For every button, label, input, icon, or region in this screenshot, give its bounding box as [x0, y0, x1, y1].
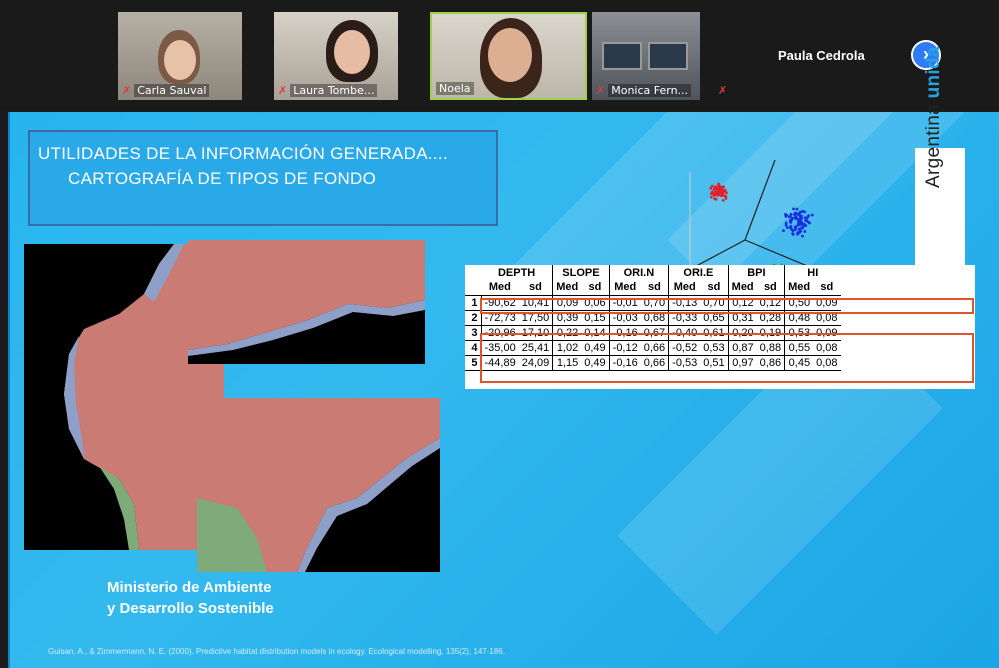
scatter-point — [797, 227, 801, 231]
participant-tile[interactable]: ✗ Carla Sauval — [118, 12, 242, 100]
scatter-point — [784, 223, 788, 227]
row-id: 4 — [465, 340, 481, 356]
column-group-header: HI — [784, 265, 841, 280]
scatter-point — [801, 234, 804, 238]
scatter-point — [713, 193, 716, 197]
column-subheader-row: Med sd Med sd Med sd Med sd Med sd Med sd — [465, 280, 841, 296]
participant-tile[interactable]: ✗ Monica Fern... — [592, 12, 700, 100]
cluster-red-points — [709, 182, 728, 202]
highlight-box — [480, 333, 974, 383]
participant-name: Paula Cedrola — [778, 48, 865, 63]
seabed-map-image — [188, 240, 425, 364]
participant-tile[interactable]: Paula Cedrola ✗ — [714, 12, 902, 100]
scatter-point — [724, 195, 728, 198]
slide-title-box: UTILIDADES DE LA INFORMACIÓN GENERADA...… — [28, 130, 498, 226]
column-group-header: DEPTH — [497, 266, 536, 279]
column-group-header: SLOPE — [552, 265, 610, 280]
column-subheader: sd — [581, 280, 610, 296]
participant-name: Noela — [436, 82, 474, 95]
column-subheader: Med — [727, 280, 757, 296]
column-group-header: ORI.E — [668, 265, 729, 280]
scatter-point — [793, 216, 797, 220]
scatter-point — [793, 225, 797, 229]
column-subheader: Med — [608, 280, 641, 296]
scatter-point — [721, 198, 725, 202]
brand-logo: Argentina unida — [923, 46, 944, 188]
scatter-point — [806, 220, 810, 224]
scatter-point — [789, 224, 793, 228]
column-subheader: sd — [640, 280, 669, 296]
scatter-point — [716, 190, 720, 194]
scatter-point — [790, 218, 794, 222]
mic-muted-icon: ✗ — [718, 84, 728, 97]
row-id: 5 — [465, 355, 481, 371]
scatter-point — [714, 197, 718, 201]
shared-slide: UTILIDADES DE LA INFORMACIÓN GENERADA...… — [8, 112, 999, 668]
scatter-point — [710, 184, 714, 188]
scatter-point — [786, 226, 789, 229]
scatter-point — [782, 229, 785, 233]
scatter-point — [710, 190, 714, 194]
scatter-point — [721, 192, 725, 196]
participant-tile[interactable]: ✗ Laura Tombe... — [274, 12, 398, 100]
participant-name: Carla Sauval — [134, 84, 210, 97]
ministry-name: Ministerio de Ambiente — [107, 579, 272, 596]
scatter-point — [719, 189, 723, 192]
mic-muted-icon: ✗ — [122, 84, 132, 97]
scatter-point — [796, 232, 799, 236]
row-id: 3 — [465, 325, 481, 341]
scatter-point — [810, 213, 814, 217]
participant-video — [602, 42, 642, 70]
scatter-point — [716, 185, 720, 189]
scatter-point — [798, 217, 802, 221]
participant-name: Laura Tombe... — [290, 84, 378, 97]
citation-text: Guisan, A., & Zimmermann, N. E. (2000). … — [48, 647, 505, 656]
column-subheader: sd — [518, 280, 553, 296]
scatter-point — [795, 207, 799, 211]
scatter-point — [783, 212, 787, 216]
row-id: 2 — [465, 310, 481, 326]
column-subheader: Med — [668, 280, 701, 296]
mic-muted-icon: ✗ — [596, 84, 606, 97]
column-subheader: Med — [481, 280, 519, 296]
scatter-point — [792, 213, 796, 216]
column-subheader: sd — [756, 280, 785, 296]
row-id: 1 — [465, 295, 481, 311]
column-group-header: BPI — [727, 265, 785, 280]
scatter-point — [803, 210, 806, 214]
scatter-point — [710, 195, 713, 199]
column-subheader: Med — [552, 280, 582, 296]
scatter-point — [791, 233, 795, 236]
scatter-point — [712, 188, 716, 192]
column-group-header: ORI.N — [608, 265, 669, 280]
column-subheader: Med — [784, 280, 814, 296]
slide-subtitle: CARTOGRAFÍA DE TIPOS DE FONDO — [68, 169, 377, 188]
scatter-point — [803, 230, 807, 233]
video-call-window: ✗ Carla Sauval ✗ Laura Tombe... Noela ✗ — [0, 0, 999, 668]
scatter-point — [787, 215, 791, 219]
participant-tile-active-speaker[interactable]: Noela — [430, 12, 587, 100]
scatter-point — [791, 229, 795, 233]
scatter-point — [796, 223, 800, 227]
scatter-point — [803, 223, 806, 226]
seabed-map-image — [197, 398, 440, 572]
participant-strip: ✗ Carla Sauval ✗ Laura Tombe... Noela ✗ — [0, 0, 999, 110]
scatter-point — [807, 214, 811, 217]
column-subheader: sd — [813, 280, 841, 296]
highlight-box — [480, 298, 974, 314]
ministry-name: y Desarrollo Sostenible — [107, 600, 274, 617]
scatter-point — [797, 213, 801, 217]
participant-name: Monica Fern... — [608, 84, 692, 97]
scatter-point — [723, 188, 727, 192]
column-subheader: sd — [700, 280, 729, 296]
mic-muted-icon: ✗ — [278, 84, 288, 97]
scatter-point — [792, 207, 795, 211]
cluster-blue-points — [782, 207, 814, 238]
slide-title: UTILIDADES DE LA INFORMACIÓN GENERADA...… — [38, 144, 448, 163]
